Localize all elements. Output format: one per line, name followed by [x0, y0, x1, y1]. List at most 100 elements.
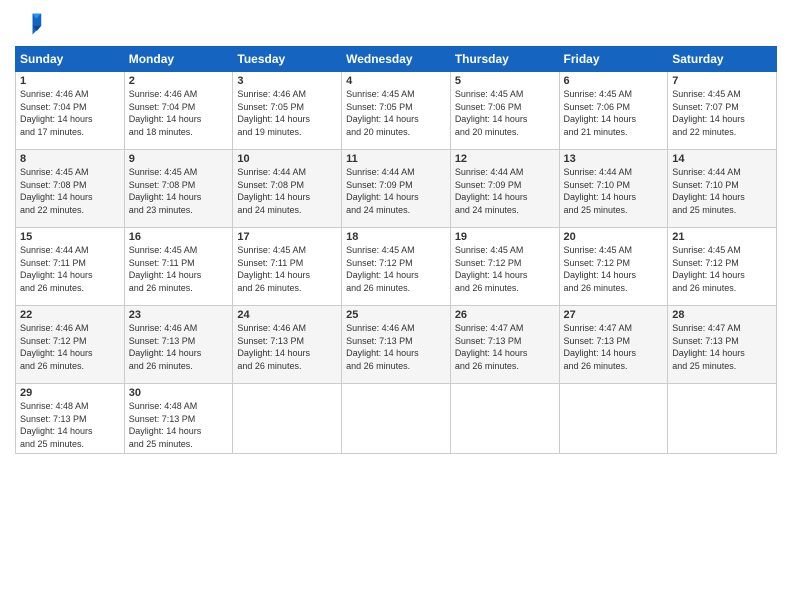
day-info: Sunrise: 4:46 AM Sunset: 7:12 PM Dayligh… [20, 322, 120, 372]
day-info: Sunrise: 4:44 AM Sunset: 7:08 PM Dayligh… [237, 166, 337, 216]
day-info: Sunrise: 4:47 AM Sunset: 7:13 PM Dayligh… [564, 322, 664, 372]
week-row-4: 22Sunrise: 4:46 AM Sunset: 7:12 PM Dayli… [16, 306, 777, 384]
day-info: Sunrise: 4:46 AM Sunset: 7:13 PM Dayligh… [346, 322, 446, 372]
calendar-cell [342, 384, 451, 454]
calendar-cell: 8Sunrise: 4:45 AM Sunset: 7:08 PM Daylig… [16, 150, 125, 228]
day-info: Sunrise: 4:44 AM Sunset: 7:11 PM Dayligh… [20, 244, 120, 294]
logo [15, 10, 47, 38]
day-number: 21 [672, 231, 772, 243]
day-number: 25 [346, 309, 446, 321]
calendar-cell: 4Sunrise: 4:45 AM Sunset: 7:05 PM Daylig… [342, 72, 451, 150]
day-number: 7 [672, 75, 772, 87]
day-info: Sunrise: 4:46 AM Sunset: 7:04 PM Dayligh… [20, 88, 120, 138]
day-number: 29 [20, 387, 120, 399]
week-row-3: 15Sunrise: 4:44 AM Sunset: 7:11 PM Dayli… [16, 228, 777, 306]
calendar-cell: 29Sunrise: 4:48 AM Sunset: 7:13 PM Dayli… [16, 384, 125, 454]
calendar-cell: 15Sunrise: 4:44 AM Sunset: 7:11 PM Dayli… [16, 228, 125, 306]
calendar-cell: 1Sunrise: 4:46 AM Sunset: 7:04 PM Daylig… [16, 72, 125, 150]
day-number: 10 [237, 153, 337, 165]
day-info: Sunrise: 4:46 AM Sunset: 7:04 PM Dayligh… [129, 88, 229, 138]
day-number: 8 [20, 153, 120, 165]
calendar-cell [233, 384, 342, 454]
day-number: 17 [237, 231, 337, 243]
day-info: Sunrise: 4:48 AM Sunset: 7:13 PM Dayligh… [20, 400, 120, 450]
day-number: 26 [455, 309, 555, 321]
calendar-cell: 27Sunrise: 4:47 AM Sunset: 7:13 PM Dayli… [559, 306, 668, 384]
day-number: 19 [455, 231, 555, 243]
day-number: 6 [564, 75, 664, 87]
calendar-cell: 17Sunrise: 4:45 AM Sunset: 7:11 PM Dayli… [233, 228, 342, 306]
day-info: Sunrise: 4:46 AM Sunset: 7:05 PM Dayligh… [237, 88, 337, 138]
weekday-header-tuesday: Tuesday [233, 47, 342, 72]
calendar: SundayMondayTuesdayWednesdayThursdayFrid… [15, 46, 777, 454]
day-info: Sunrise: 4:44 AM Sunset: 7:10 PM Dayligh… [672, 166, 772, 216]
day-info: Sunrise: 4:45 AM Sunset: 7:11 PM Dayligh… [129, 244, 229, 294]
calendar-cell: 30Sunrise: 4:48 AM Sunset: 7:13 PM Dayli… [124, 384, 233, 454]
calendar-cell: 12Sunrise: 4:44 AM Sunset: 7:09 PM Dayli… [450, 150, 559, 228]
day-number: 15 [20, 231, 120, 243]
day-number: 12 [455, 153, 555, 165]
calendar-cell: 19Sunrise: 4:45 AM Sunset: 7:12 PM Dayli… [450, 228, 559, 306]
weekday-header-row: SundayMondayTuesdayWednesdayThursdayFrid… [16, 47, 777, 72]
calendar-cell: 2Sunrise: 4:46 AM Sunset: 7:04 PM Daylig… [124, 72, 233, 150]
calendar-cell [450, 384, 559, 454]
week-row-5: 29Sunrise: 4:48 AM Sunset: 7:13 PM Dayli… [16, 384, 777, 454]
calendar-cell: 28Sunrise: 4:47 AM Sunset: 7:13 PM Dayli… [668, 306, 777, 384]
calendar-cell: 9Sunrise: 4:45 AM Sunset: 7:08 PM Daylig… [124, 150, 233, 228]
day-number: 11 [346, 153, 446, 165]
day-info: Sunrise: 4:45 AM Sunset: 7:12 PM Dayligh… [346, 244, 446, 294]
day-number: 28 [672, 309, 772, 321]
calendar-cell: 5Sunrise: 4:45 AM Sunset: 7:06 PM Daylig… [450, 72, 559, 150]
day-info: Sunrise: 4:44 AM Sunset: 7:09 PM Dayligh… [346, 166, 446, 216]
day-info: Sunrise: 4:45 AM Sunset: 7:06 PM Dayligh… [455, 88, 555, 138]
calendar-cell: 10Sunrise: 4:44 AM Sunset: 7:08 PM Dayli… [233, 150, 342, 228]
weekday-header-wednesday: Wednesday [342, 47, 451, 72]
day-number: 13 [564, 153, 664, 165]
day-info: Sunrise: 4:45 AM Sunset: 7:08 PM Dayligh… [20, 166, 120, 216]
day-number: 1 [20, 75, 120, 87]
weekday-header-monday: Monday [124, 47, 233, 72]
calendar-cell: 14Sunrise: 4:44 AM Sunset: 7:10 PM Dayli… [668, 150, 777, 228]
weekday-header-friday: Friday [559, 47, 668, 72]
calendar-cell: 23Sunrise: 4:46 AM Sunset: 7:13 PM Dayli… [124, 306, 233, 384]
calendar-cell: 24Sunrise: 4:46 AM Sunset: 7:13 PM Dayli… [233, 306, 342, 384]
calendar-cell: 7Sunrise: 4:45 AM Sunset: 7:07 PM Daylig… [668, 72, 777, 150]
calendar-cell: 20Sunrise: 4:45 AM Sunset: 7:12 PM Dayli… [559, 228, 668, 306]
day-number: 30 [129, 387, 229, 399]
day-info: Sunrise: 4:45 AM Sunset: 7:05 PM Dayligh… [346, 88, 446, 138]
day-info: Sunrise: 4:45 AM Sunset: 7:12 PM Dayligh… [455, 244, 555, 294]
day-info: Sunrise: 4:46 AM Sunset: 7:13 PM Dayligh… [129, 322, 229, 372]
weekday-header-sunday: Sunday [16, 47, 125, 72]
day-number: 5 [455, 75, 555, 87]
calendar-cell [559, 384, 668, 454]
calendar-cell: 11Sunrise: 4:44 AM Sunset: 7:09 PM Dayli… [342, 150, 451, 228]
day-number: 27 [564, 309, 664, 321]
calendar-cell: 26Sunrise: 4:47 AM Sunset: 7:13 PM Dayli… [450, 306, 559, 384]
calendar-cell: 18Sunrise: 4:45 AM Sunset: 7:12 PM Dayli… [342, 228, 451, 306]
day-info: Sunrise: 4:44 AM Sunset: 7:10 PM Dayligh… [564, 166, 664, 216]
day-info: Sunrise: 4:45 AM Sunset: 7:08 PM Dayligh… [129, 166, 229, 216]
day-number: 3 [237, 75, 337, 87]
day-number: 20 [564, 231, 664, 243]
day-number: 18 [346, 231, 446, 243]
day-number: 16 [129, 231, 229, 243]
day-number: 2 [129, 75, 229, 87]
day-number: 24 [237, 309, 337, 321]
day-number: 14 [672, 153, 772, 165]
weekday-header-thursday: Thursday [450, 47, 559, 72]
week-row-1: 1Sunrise: 4:46 AM Sunset: 7:04 PM Daylig… [16, 72, 777, 150]
page: SundayMondayTuesdayWednesdayThursdayFrid… [0, 0, 792, 612]
day-info: Sunrise: 4:45 AM Sunset: 7:06 PM Dayligh… [564, 88, 664, 138]
calendar-cell: 13Sunrise: 4:44 AM Sunset: 7:10 PM Dayli… [559, 150, 668, 228]
day-info: Sunrise: 4:44 AM Sunset: 7:09 PM Dayligh… [455, 166, 555, 216]
calendar-cell: 21Sunrise: 4:45 AM Sunset: 7:12 PM Dayli… [668, 228, 777, 306]
day-info: Sunrise: 4:47 AM Sunset: 7:13 PM Dayligh… [672, 322, 772, 372]
day-info: Sunrise: 4:45 AM Sunset: 7:12 PM Dayligh… [672, 244, 772, 294]
calendar-cell: 16Sunrise: 4:45 AM Sunset: 7:11 PM Dayli… [124, 228, 233, 306]
day-number: 22 [20, 309, 120, 321]
week-row-2: 8Sunrise: 4:45 AM Sunset: 7:08 PM Daylig… [16, 150, 777, 228]
calendar-cell: 25Sunrise: 4:46 AM Sunset: 7:13 PM Dayli… [342, 306, 451, 384]
calendar-cell: 3Sunrise: 4:46 AM Sunset: 7:05 PM Daylig… [233, 72, 342, 150]
day-number: 9 [129, 153, 229, 165]
day-info: Sunrise: 4:45 AM Sunset: 7:11 PM Dayligh… [237, 244, 337, 294]
